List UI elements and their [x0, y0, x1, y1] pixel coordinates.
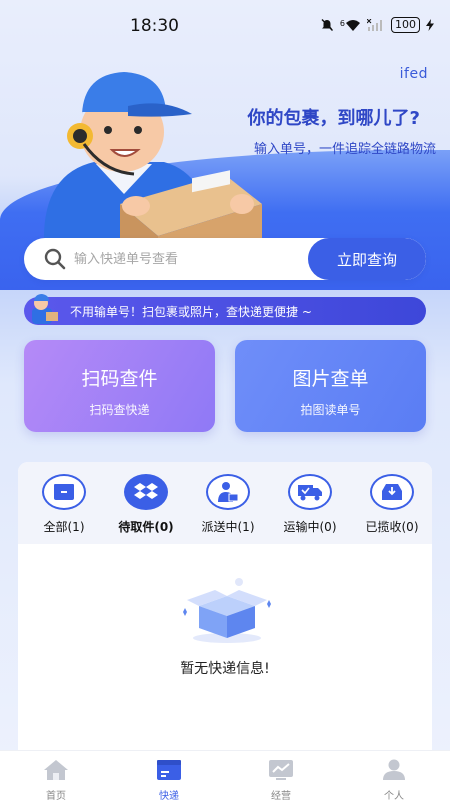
photo-card-title: 图片查单	[292, 368, 369, 390]
delivery-person-icon-circle	[206, 474, 250, 510]
dropbox-icon-circle	[124, 474, 168, 510]
scan-query-card[interactable]: 扫码查件 扫码查快递	[24, 340, 215, 432]
chart-icon	[269, 760, 293, 780]
empty-state-text: 暂无快递信息!	[180, 661, 270, 677]
box-icon-circle	[42, 474, 86, 510]
nav-label: 个人	[384, 791, 404, 800]
dropbox-icon	[134, 483, 158, 499]
scan-card-title: 扫码查件	[81, 368, 158, 390]
bottom-nav: 首页 快递 经营 个人	[0, 750, 450, 800]
nav-label: 首页	[46, 791, 66, 800]
nav-business[interactable]: 经营	[251, 759, 311, 800]
empty-box-icon	[183, 578, 271, 643]
home-icon	[44, 760, 68, 780]
hero-subtitle: 输入单号，一件追踪全链路物流	[253, 142, 436, 157]
brand-logo: ifed	[399, 66, 428, 82]
photo-card-subtitle: 拍图读单号	[300, 403, 361, 417]
mute-icon	[321, 19, 333, 31]
wifi-6-icon: 6	[340, 19, 361, 31]
truck-icon-circle	[288, 474, 332, 510]
courier-illustration	[43, 72, 262, 244]
status-bar: 18:30 6 100	[0, 0, 450, 52]
scan-card-subtitle: 扫码查快递	[89, 403, 150, 417]
search-icon	[44, 248, 66, 270]
search-bar: 立即查询	[24, 238, 426, 280]
tab-all[interactable]: 全部(1)	[23, 474, 105, 535]
profile-icon	[383, 759, 405, 780]
inbox-icon	[382, 484, 402, 500]
inbox-icon-circle	[370, 474, 414, 510]
nav-label: 经营	[271, 791, 291, 800]
nav-label: 快递	[159, 791, 179, 800]
tab-label: 全部(1)	[43, 520, 85, 534]
battery-icon: 100	[391, 17, 420, 33]
parcel-panel: 全部(1) 待取件(0) 派送中(1) 运输中(0) 已揽收(0) 暂无快递信息…	[18, 462, 432, 762]
courier-mini-icon	[32, 294, 58, 324]
tab-label: 派送中(1)	[201, 520, 255, 534]
tab-delivering[interactable]: 派送中(1)	[187, 474, 269, 535]
promo-banner[interactable]: 不用输单号！扫包裹或照片，查快递更便捷 ~	[24, 294, 426, 325]
tab-label: 待取件(0)	[118, 520, 174, 534]
status-tabs: 全部(1) 待取件(0) 派送中(1) 运输中(0) 已揽收(0)	[18, 462, 432, 544]
nav-express[interactable]: 快递	[139, 759, 199, 800]
status-time: 18:30	[130, 16, 179, 36]
nav-profile[interactable]: 个人	[364, 759, 424, 800]
charging-icon	[426, 19, 434, 31]
search-button[interactable]: 立即查询	[308, 238, 426, 280]
tab-pending-pickup[interactable]: 待取件(0)	[105, 474, 187, 535]
tab-label: 已揽收(0)	[365, 520, 419, 534]
hero-title: 你的包裹，到哪儿了?	[247, 108, 420, 129]
signal-off-icon	[367, 19, 382, 31]
delivery-person-icon	[218, 482, 239, 502]
promo-text: 不用输单号！扫包裹或照片，查快递更便捷 ~	[70, 304, 312, 319]
photo-query-card[interactable]: 图片查单 拍图读单号	[235, 340, 426, 432]
box-icon	[54, 484, 74, 500]
tab-in-transit[interactable]: 运输中(0)	[269, 474, 351, 535]
search-input[interactable]	[74, 251, 308, 267]
tab-collected[interactable]: 已揽收(0)	[351, 474, 433, 535]
package-icon	[157, 760, 181, 780]
truck-icon	[298, 485, 322, 501]
nav-home[interactable]: 首页	[26, 759, 86, 800]
tab-label: 运输中(0)	[283, 520, 337, 534]
status-icons: 6 100	[320, 17, 434, 33]
